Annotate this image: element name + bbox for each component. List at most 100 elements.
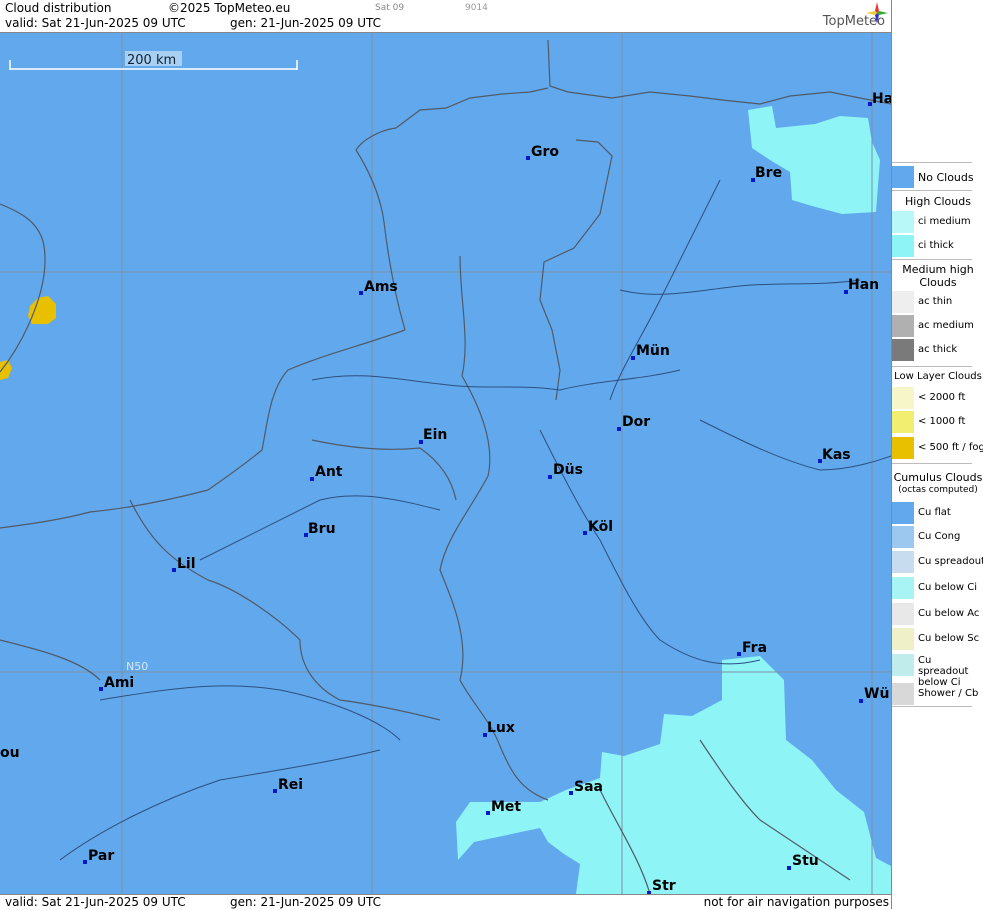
- legend-cu-below-sc: Cu below Sc: [892, 628, 983, 650]
- fog-swatch: [892, 437, 914, 459]
- legend-ci-medium: ci medium: [892, 211, 983, 233]
- city-marker[interactable]: Fra: [737, 640, 767, 656]
- legend-cu-cong: Cu Cong: [892, 526, 983, 548]
- svg-text:Han: Han: [848, 277, 879, 293]
- city-marker[interactable]: Stu: [787, 853, 819, 870]
- legend-panel: No Clouds High Clouds ci medium ci thick…: [891, 0, 983, 909]
- header-bar: Cloud distribution ©2025 TopMeteo.eu Sat…: [0, 0, 891, 33]
- city-marker[interactable]: Han: [844, 277, 879, 294]
- run-tag: Sat 09: [375, 3, 405, 13]
- svg-text:Kas: Kas: [822, 447, 851, 463]
- svg-text:Ams: Ams: [364, 279, 398, 295]
- city-marker[interactable]: Bre: [751, 165, 782, 182]
- city-marker[interactable]: Saa: [569, 779, 603, 795]
- city-marker[interactable]: Bru: [304, 521, 336, 537]
- ci-thick-swatch: [892, 235, 914, 257]
- cu-flat-swatch: [892, 502, 914, 524]
- city-marker[interactable]: Mün: [631, 343, 670, 360]
- no-clouds-swatch: [892, 166, 914, 188]
- legend-fog: < 500 ft / fog: [892, 437, 983, 459]
- ac-thick-swatch: [892, 339, 914, 361]
- cu-below-ac-swatch: [892, 603, 914, 625]
- legend-ac-medium: ac medium: [892, 315, 983, 337]
- legend-low-2000: < 2000 ft: [892, 387, 983, 409]
- footer-gen-time: gen: 21-Jun-2025 09 UTC: [230, 895, 382, 909]
- city-marker[interactable]: Dor: [617, 414, 650, 431]
- city-marker[interactable]: Met: [486, 799, 521, 815]
- svg-text:ou: ou: [0, 745, 20, 761]
- copyright: ©2025 TopMeteo.eu: [168, 1, 291, 15]
- city-marker[interactable]: Lux: [483, 720, 515, 737]
- svg-text:Wü: Wü: [864, 686, 889, 702]
- legend-low-1000: < 1000 ft: [892, 411, 983, 433]
- city-marker[interactable]: Köl: [583, 519, 613, 535]
- city-marker[interactable]: Ha: [868, 91, 891, 107]
- svg-text:Met: Met: [491, 799, 521, 815]
- low-2000-swatch: [892, 387, 914, 409]
- legend-low-title: Low Layer Clouds: [894, 371, 982, 382]
- svg-text:Par: Par: [88, 848, 114, 864]
- footer-valid-time: valid: Sat 21-Jun-2025 09 UTC: [5, 895, 186, 909]
- scale-label: 200 km: [127, 53, 176, 68]
- latitude-label: N50: [126, 660, 148, 673]
- svg-text:Gro: Gro: [531, 144, 559, 160]
- ac-thin-swatch: [892, 291, 914, 313]
- city-marker[interactable]: Ami: [99, 675, 134, 691]
- svg-text:Ein: Ein: [423, 427, 447, 443]
- svg-text:Mün: Mün: [636, 343, 670, 359]
- svg-text:Bre: Bre: [755, 165, 782, 181]
- legend-ci-thick: ci thick: [892, 235, 983, 257]
- city-marker[interactable]: Düs: [548, 462, 583, 479]
- svg-text:Düs: Düs: [553, 462, 583, 478]
- gen-time: gen: 21-Jun-2025 09 UTC: [230, 16, 382, 30]
- cloud-map[interactable]: 200 km N50 Ha Gro Bre Ams Han Mün Ein Do…: [0, 33, 891, 894]
- legend-ac-thin: ac thin: [892, 291, 983, 313]
- ci-medium-swatch: [892, 211, 914, 233]
- legend-cu-spreadout-below-ci: Cu spreadout below Ci: [892, 654, 983, 688]
- legend-cu-below-ci: Cu below Ci: [892, 577, 983, 599]
- city-marker[interactable]: Ams: [359, 279, 398, 295]
- ac-medium-swatch: [892, 315, 914, 337]
- legend-ac-thick: ac thick: [892, 339, 983, 361]
- map-canvas: 200 km N50 Ha Gro Bre Ams Han Mün Ein Do…: [0, 33, 891, 894]
- city-marker[interactable]: Ein: [419, 427, 447, 444]
- cu-spreadout-swatch: [892, 551, 914, 573]
- cu-spreadout-below-ci-swatch: [892, 654, 914, 676]
- city-marker[interactable]: Kas: [818, 447, 851, 463]
- shower-cb-swatch: [892, 683, 914, 705]
- city-marker[interactable]: Par: [83, 848, 114, 864]
- city-marker[interactable]: Str: [647, 878, 676, 894]
- disclaimer: not for air navigation purposes: [703, 895, 889, 909]
- svg-text:Lil: Lil: [177, 556, 196, 572]
- svg-text:Ami: Ami: [104, 675, 134, 691]
- legend-cumulus-sub: (octas computed): [898, 485, 978, 495]
- city-marker[interactable]: Rei: [273, 777, 303, 793]
- svg-text:Bru: Bru: [308, 521, 336, 537]
- legend-shower-cb: Shower / Cb: [892, 683, 983, 705]
- footer-bar: valid: Sat 21-Jun-2025 09 UTC gen: 21-Ju…: [0, 894, 891, 910]
- legend-cumulus-title: Cumulus Clouds: [893, 471, 983, 484]
- cu-cong-swatch: [892, 526, 914, 548]
- svg-text:Köl: Köl: [588, 519, 613, 535]
- city-marker[interactable]: ou: [0, 745, 20, 761]
- svg-text:Lux: Lux: [487, 720, 515, 736]
- legend-cu-below-ac: Cu below Ac: [892, 603, 983, 625]
- svg-text:Stu: Stu: [792, 853, 819, 869]
- compass-logo-icon: [866, 2, 888, 24]
- city-marker[interactable]: Gro: [526, 144, 559, 160]
- svg-text:Saa: Saa: [574, 779, 603, 795]
- legend-high-title: High Clouds: [905, 195, 971, 208]
- city-marker[interactable]: Wü: [859, 686, 889, 703]
- model-tag: 9014: [465, 3, 488, 13]
- svg-text:Fra: Fra: [742, 640, 767, 656]
- svg-text:Str: Str: [652, 878, 676, 894]
- map-title: Cloud distribution: [5, 1, 112, 15]
- city-marker[interactable]: Ant: [310, 464, 343, 481]
- legend-medium-title: Medium high Clouds: [902, 263, 974, 289]
- svg-text:Dor: Dor: [622, 414, 650, 430]
- legend-no-clouds: No Clouds: [892, 166, 983, 188]
- legend-cu-flat: Cu flat: [892, 502, 983, 524]
- low-1000-swatch: [892, 411, 914, 433]
- legend-cu-spreadout: Cu spreadout: [892, 551, 983, 573]
- cu-below-ci-swatch: [892, 577, 914, 599]
